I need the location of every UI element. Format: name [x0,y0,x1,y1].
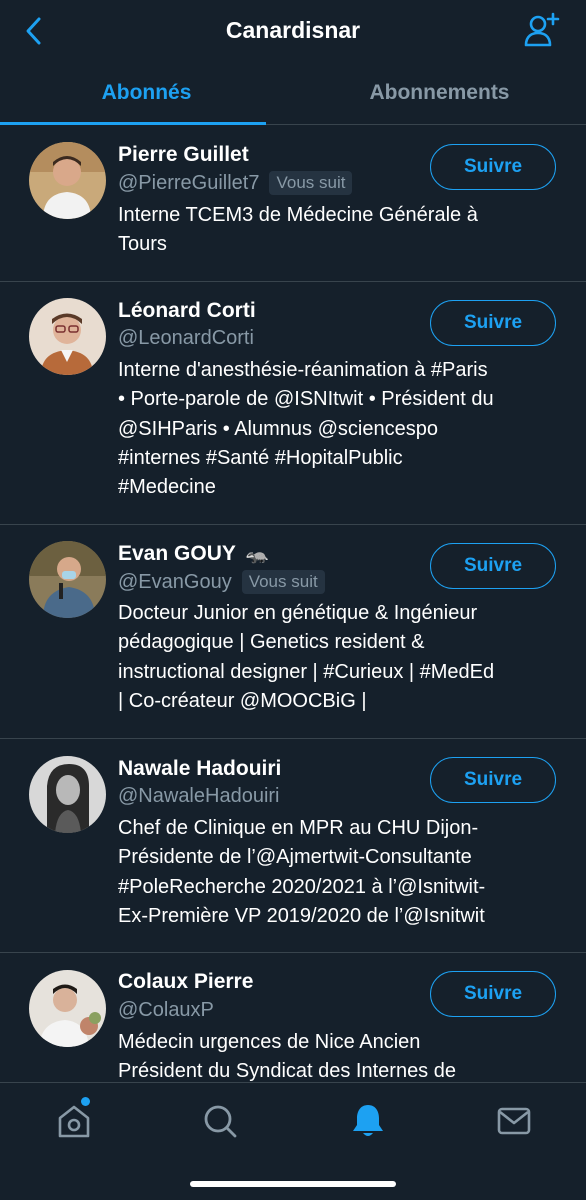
avatar-photo [29,970,106,1047]
user-name[interactable]: Colaux Pierre [118,970,253,994]
follow-button[interactable]: Suivre [430,971,556,1017]
user-handle: @NawaleHadouiri [118,785,280,807]
bio-line: Chef de Clinique en MPR au CHU Dijon- [118,817,479,839]
bio-line: | Co-créateur @MOOCBiG | [118,689,367,712]
handle-line: @PierreGuillet7 Vous suit [118,171,353,195]
list-item[interactable]: Colaux Pierre @ColauxP Médecin urgences … [0,953,586,1082]
user-name[interactable]: Nawale Hadouiri [118,757,281,781]
follows-you-badge: Vous suit [269,171,353,195]
nav-home[interactable] [54,1097,94,1141]
handle-line: @EvanGouy Vous suit [118,570,325,594]
add-user-icon [524,12,560,47]
home-icon [58,1105,90,1138]
bio-line: Docteur Junior en génétique & Ingénieur [118,602,478,624]
add-user-button[interactable] [522,10,562,50]
handle-line: @LeonardCorti [118,327,254,350]
avatar-photo [29,541,106,618]
tab-label: Abonnements [369,81,510,104]
bio-line: Tours [118,233,167,256]
app: Canardisnar Abonnés Abonnements Pierre G… [0,0,586,1200]
bio-line: instructional designer | #Curieux | #Med… [118,660,495,683]
user-bio: Médecin urgences de Nice Ancien Présiden… [118,1028,558,1082]
bio-line: #Medecine [118,476,216,499]
user-handle: @PierreGuillet7 [118,171,260,194]
follow-button[interactable]: Suivre [430,144,556,190]
tab-abonnes[interactable]: Abonnés [0,62,293,125]
notification-dot [81,1097,90,1106]
user-name[interactable]: Pierre Guillet [118,143,249,167]
badger-icon: 🦡 [245,544,270,565]
user-name[interactable]: Léonard Corti [118,299,256,323]
avatar[interactable] [29,756,106,833]
tab-label: Abonnés [101,81,192,104]
bio-line: Présidente de l’@Ajmertwit-Consultante [118,846,472,869]
bio-line: Interne d'anesthésie-réanimation à #Pari… [118,359,488,381]
handle-line: @NawaleHadouiri [118,785,279,808]
followers-list[interactable]: Pierre Guillet @PierreGuillet7 Vous suit… [0,125,586,1082]
bio-line: #internes #Santé #HopitalPublic [118,446,403,469]
user-handle: @EvanGouy [118,570,232,593]
follows-you-badge: Vous suit [241,570,325,594]
list-item[interactable]: Pierre Guillet @PierreGuillet7 Vous suit… [0,125,586,282]
bio-line: @SIHParis • Alumnus @sciencespo [118,417,438,440]
header: Canardisnar [0,0,586,62]
follow-button[interactable]: Suivre [430,757,556,803]
bio-line: Ex-Première VP 2019/2020 de l’@Isnitwit [118,904,485,927]
tab-bar: Abonnés Abonnements [0,62,586,125]
page-title: Canardisnar [225,17,361,43]
user-handle: @ColauxP [118,999,214,1021]
avatar[interactable] [29,541,106,618]
home-indicator [190,1181,396,1187]
avatar-photo [29,298,106,375]
handle-line: @ColauxP [118,999,214,1022]
bell-icon [353,1105,383,1136]
avatar[interactable] [29,970,106,1047]
avatar[interactable] [29,142,106,219]
user-bio: Interne TCEM3 de Médecine Générale à Tou… [118,201,558,260]
user-handle: @LeonardCorti [118,327,254,349]
user-bio: Chef de Clinique en MPR au CHU Dijon- Pr… [118,814,558,931]
avatar[interactable] [29,298,106,375]
user-name-text: Evan GOUY [118,542,236,565]
bio-line: • Porte-parole de @ISNItwit • Président … [118,388,494,411]
list-item[interactable]: Léonard Corti @LeonardCorti Interne d'an… [0,282,586,525]
bio-line: Médecin urgences de Nice Ancien [118,1031,421,1053]
list-item[interactable]: Evan GOUY 🦡 @EvanGouy Vous suit Docteur … [0,525,586,739]
bio-line: pédagogique | Genetics resident & [118,631,425,654]
follow-button[interactable]: Suivre [430,300,556,346]
nav-notifications[interactable] [348,1101,388,1141]
avatar-photo [29,756,106,833]
bio-line: Président du Syndicat des Internes de [118,1060,456,1082]
user-name[interactable]: Evan GOUY 🦡 [118,542,269,566]
nav-messages[interactable] [494,1101,534,1141]
user-bio: Docteur Junior en génétique & Ingénieur … [118,599,558,716]
tab-abonnements[interactable]: Abonnements [293,62,586,124]
avatar-photo [29,142,106,219]
mail-icon [497,1107,531,1135]
list-item[interactable]: Nawale Hadouiri @NawaleHadouiri Chef de … [0,739,586,953]
bio-line: Interne TCEM3 de Médecine Générale à [118,204,478,226]
nav-search[interactable] [200,1101,240,1141]
search-icon [204,1105,237,1138]
follow-button[interactable]: Suivre [430,543,556,589]
user-bio: Interne d'anesthésie-réanimation à #Pari… [118,356,558,502]
bio-line: #PoleRecherche 2020/2021 à l’@Isnitwit- [118,875,486,898]
